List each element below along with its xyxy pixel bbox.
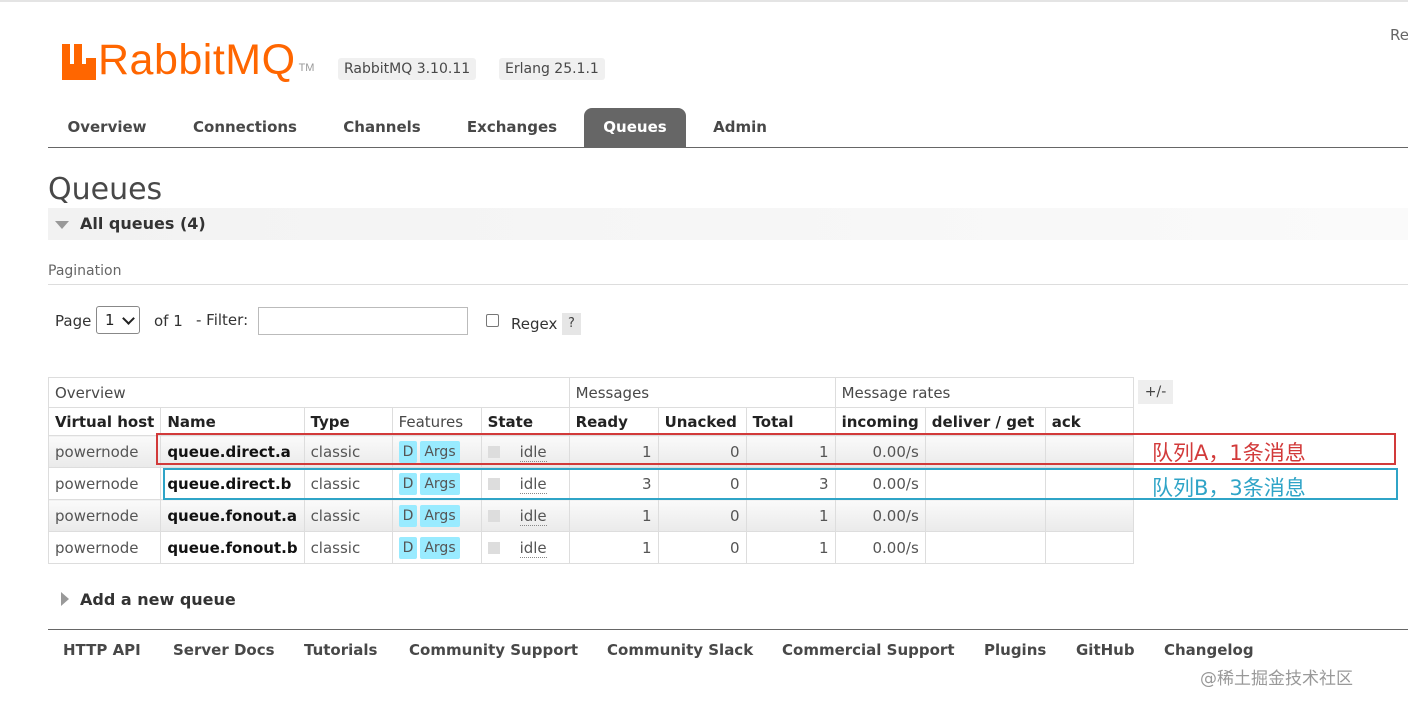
footer-link-plugins[interactable]: Plugins	[984, 641, 1046, 659]
state-label: idle	[519, 506, 547, 526]
cell-ready: 1	[568, 499, 659, 532]
collapse-triangle-icon[interactable]	[55, 221, 69, 229]
cell-total: 1	[745, 531, 836, 564]
tab-exchanges[interactable]: Exchanges	[454, 108, 570, 147]
args-badge: Args	[420, 536, 460, 559]
page-of-label: of 1	[154, 312, 183, 330]
group-message-rates: Message rates	[834, 377, 1134, 408]
header-right-text[interactable]: Re	[1390, 26, 1408, 44]
cell-features: D Args	[391, 531, 482, 564]
footer-link-community-support[interactable]: Community Support	[409, 641, 578, 659]
cell-vhost: powernode	[47, 499, 162, 532]
group-messages: Messages	[568, 377, 836, 408]
tab-connections[interactable]: Connections	[180, 108, 310, 147]
footer-link-github[interactable]: GitHub	[1076, 641, 1135, 659]
cell-incoming: 0.00/s	[834, 531, 926, 564]
page-title: Queues	[48, 172, 163, 207]
cell-unacked: 0	[657, 531, 747, 564]
col-state[interactable]: State	[480, 407, 570, 436]
pagination-divider	[48, 284, 1408, 285]
regex-label: Regex	[511, 315, 558, 333]
cell-deliver-get	[924, 531, 1046, 564]
tab-queues[interactable]: Queues	[584, 108, 686, 147]
col-name[interactable]: Name	[160, 407, 305, 436]
cell-incoming: 0.00/s	[834, 499, 926, 532]
durable-badge: D	[398, 504, 418, 527]
logo-wordmark: RabbitMQ	[98, 36, 296, 84]
queue-name-link[interactable]: queue.fonout.a	[160, 499, 305, 532]
annotation-label-queue-a: 队列A，1条消息	[1152, 441, 1306, 465]
table-row: powernode queue.fonout.a classic D Args i…	[47, 499, 1134, 532]
footer-link-changelog[interactable]: Changelog	[1164, 641, 1254, 659]
page-label: Page	[55, 312, 92, 330]
cell-vhost: powernode	[47, 467, 162, 500]
pagination-label[interactable]: Pagination	[48, 263, 121, 279]
col-ready[interactable]: Ready	[568, 407, 659, 436]
args-badge: Args	[420, 504, 460, 527]
erlang-version-badge: Erlang 25.1.1	[499, 58, 605, 80]
col-ack[interactable]: ack	[1044, 407, 1134, 436]
cell-ack	[1044, 531, 1134, 564]
cell-type: classic	[303, 531, 393, 564]
add-new-queue-section[interactable]: Add a new queue	[80, 590, 236, 609]
table-row: powernode queue.fonout.b classic D Args i…	[47, 531, 1134, 564]
footer-divider	[48, 629, 1408, 630]
state-indicator-icon	[487, 542, 500, 554]
cell-total: 1	[745, 499, 836, 532]
col-type[interactable]: Type	[303, 407, 393, 436]
tab-channels[interactable]: Channels	[330, 108, 434, 147]
cell-ready: 1	[568, 531, 659, 564]
footer-link-community-slack[interactable]: Community Slack	[607, 641, 753, 659]
col-deliver-get[interactable]: deliver / get	[924, 407, 1046, 436]
main-nav: Overview Connections Channels Exchanges …	[48, 108, 1408, 148]
footer-link-commercial-support[interactable]: Commercial Support	[782, 641, 955, 659]
footer-link-tutorials[interactable]: Tutorials	[304, 641, 377, 659]
rabbitmq-logo-icon	[62, 44, 96, 80]
regex-help-button[interactable]: ?	[562, 313, 581, 335]
footer-link-http-api[interactable]: HTTP API	[63, 641, 141, 659]
cell-features: D Args	[391, 499, 482, 532]
col-incoming[interactable]: incoming	[834, 407, 926, 436]
annotation-label-queue-b: 队列B，3条消息	[1152, 476, 1306, 500]
queue-name-link[interactable]: queue.fonout.b	[160, 531, 305, 564]
all-queues-section-header[interactable]	[48, 208, 1408, 240]
rabbitmq-version-badge: RabbitMQ 3.10.11	[338, 58, 477, 80]
group-overview: Overview	[48, 377, 570, 408]
footer-link-server-docs[interactable]: Server Docs	[173, 641, 275, 659]
filter-input[interactable]	[258, 307, 468, 335]
cell-unacked: 0	[657, 499, 747, 532]
col-virtual-host[interactable]: Virtual host	[47, 407, 162, 436]
tab-overview[interactable]: Overview	[54, 108, 160, 147]
cell-state: idle	[480, 531, 570, 564]
top-border	[0, 0, 1408, 2]
col-unacked[interactable]: Unacked	[657, 407, 747, 436]
watermark: @稀土掘金技术社区	[1200, 669, 1353, 689]
regex-checkbox[interactable]	[486, 314, 499, 327]
rabbitmq-logo[interactable]: RabbitMQ TM	[62, 36, 315, 84]
state-label: idle	[519, 538, 547, 558]
durable-badge: D	[398, 536, 418, 559]
state-indicator-icon	[487, 510, 500, 522]
expand-triangle-icon[interactable]	[61, 592, 69, 606]
logo-trademark: TM	[298, 62, 315, 74]
cell-type: classic	[303, 499, 393, 532]
all-queues-title[interactable]: All queues (4)	[80, 214, 206, 233]
tab-admin[interactable]: Admin	[700, 108, 780, 147]
cell-ack	[1044, 499, 1134, 532]
filter-label: - Filter:	[196, 311, 249, 329]
col-total[interactable]: Total	[745, 407, 836, 436]
page-select-value: 1	[105, 311, 115, 329]
col-features: Features	[391, 407, 482, 436]
cell-vhost: powernode	[47, 531, 162, 564]
page-select[interactable]: 1	[96, 306, 140, 334]
chevron-down-icon	[122, 312, 135, 325]
cell-vhost: powernode	[47, 435, 162, 468]
cell-state: idle	[480, 499, 570, 532]
column-toggle-button[interactable]: +/-	[1138, 380, 1173, 404]
cell-deliver-get	[924, 499, 1046, 532]
